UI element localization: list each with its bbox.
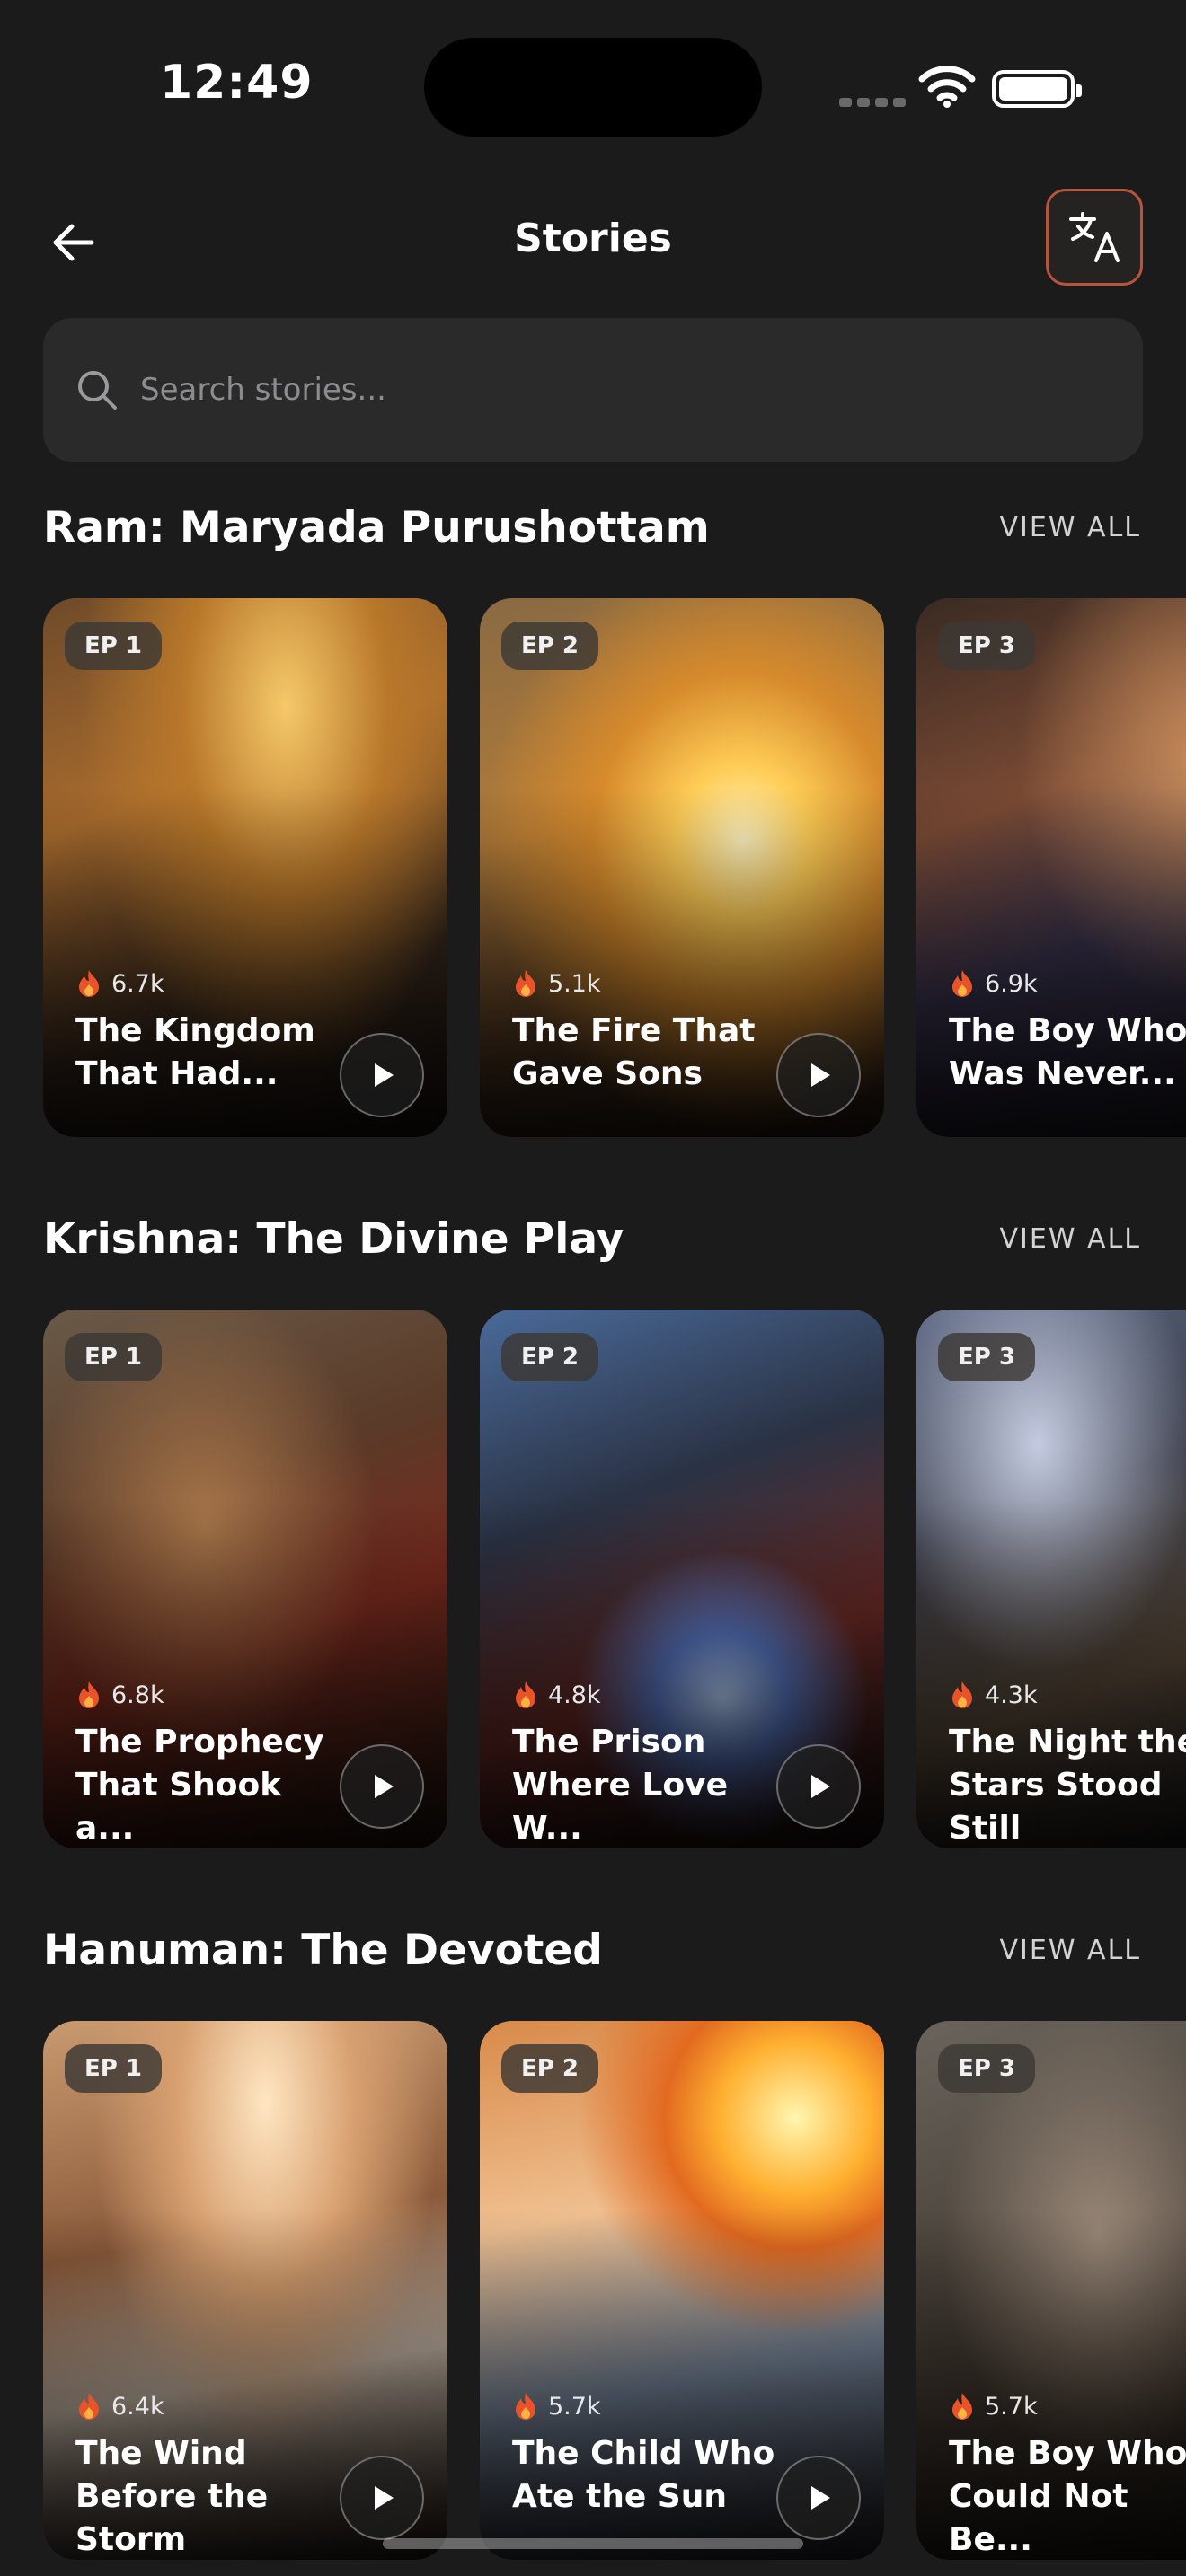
- story-title: The Boy Who Was Never...: [949, 1012, 1186, 1092]
- search-input[interactable]: [140, 354, 1111, 426]
- stories-screen: 12:49 Stories Search stories... Ram: Mar…: [0, 0, 1186, 2576]
- flame-icon: [952, 2393, 972, 2420]
- view-count-value: 4.3k: [985, 1681, 1038, 1709]
- story-title: The Prophecy That Shook a...: [75, 1724, 324, 1847]
- story-title: The Fire That Gave Sons: [512, 1012, 756, 1092]
- battery-icon: [992, 70, 1082, 108]
- view-count-value: 6.8k: [111, 1681, 164, 1709]
- section-title: Hanuman: The Devoted: [43, 1926, 603, 1975]
- story-title: The Child Who Ate the Sun: [512, 2435, 775, 2515]
- view-all-link[interactable]: VIEW ALL: [1000, 1935, 1141, 1966]
- wifi-icon: [918, 66, 976, 108]
- view-count-value: 6.7k: [111, 969, 164, 998]
- search-bar[interactable]: [43, 318, 1143, 462]
- view-count-value: 4.8k: [548, 1681, 601, 1709]
- page-title: Stories: [514, 216, 672, 261]
- story-carousel[interactable]: EP 1 6.7k The Kingdom That Had... EP 2 5…: [43, 598, 1186, 1137]
- episode-badge: EP 1: [65, 2044, 162, 2093]
- play-icon: [811, 1775, 830, 1798]
- header: Stories: [0, 180, 1186, 305]
- search-icon: [78, 371, 117, 410]
- view-count: 6.9k: [949, 968, 1038, 999]
- story-carousel[interactable]: EP 1 6.8k The Prophecy That Shook a... E…: [43, 1310, 1186, 1848]
- view-count: 5.7k: [949, 2391, 1038, 2422]
- episode-badge: EP 2: [501, 622, 598, 670]
- translate-icon: [1069, 212, 1120, 262]
- episode-badge: EP 3: [938, 1333, 1035, 1381]
- episode-badge: EP 1: [65, 622, 162, 670]
- story-title: The Kingdom That Had...: [75, 1012, 315, 1092]
- play-button[interactable]: [340, 2456, 424, 2540]
- play-button[interactable]: [776, 1744, 861, 1829]
- view-count: 6.4k: [75, 2391, 164, 2422]
- episode-badge: EP 2: [501, 2044, 598, 2093]
- view-count-value: 5.7k: [985, 2392, 1038, 2421]
- play-button[interactable]: [776, 1033, 861, 1117]
- story-title: The Night the Stars Stood Still: [949, 1724, 1186, 1847]
- story-card[interactable]: EP 3 5.7k The Boy Who Could Not Be...: [916, 2021, 1186, 2560]
- play-button[interactable]: [340, 1033, 424, 1117]
- episode-badge: EP 1: [65, 1333, 162, 1381]
- story-title: The Prison Where Love W...: [512, 1724, 729, 1847]
- story-title: The Wind Before the Storm: [75, 2435, 269, 2558]
- dynamic-island: [424, 38, 762, 137]
- view-count-value: 6.9k: [985, 969, 1038, 998]
- cellular-signal-icon: [839, 93, 911, 110]
- view-count: 5.1k: [512, 968, 601, 999]
- view-count-value: 5.7k: [548, 2392, 601, 2421]
- flame-icon: [79, 2393, 99, 2420]
- play-icon: [375, 1775, 394, 1798]
- view-all-link[interactable]: VIEW ALL: [1000, 512, 1141, 543]
- play-icon: [375, 1063, 394, 1087]
- flame-icon: [79, 970, 99, 997]
- view-count: 6.8k: [75, 1680, 164, 1710]
- flame-icon: [516, 1681, 535, 1708]
- translate-button[interactable]: [1046, 189, 1143, 286]
- section-title: Ram: Maryada Purushottam: [43, 503, 710, 552]
- status-time: 12:49: [160, 56, 314, 110]
- view-count: 6.7k: [75, 968, 164, 999]
- story-card[interactable]: EP 1 6.7k The Kingdom That Had...: [43, 598, 447, 1137]
- flame-icon: [79, 1681, 99, 1708]
- episode-badge: EP 2: [501, 1333, 598, 1381]
- section-title: Krishna: The Divine Play: [43, 1214, 624, 1264]
- story-card[interactable]: EP 1 6.8k The Prophecy That Shook a...: [43, 1310, 447, 1848]
- view-count-value: 5.1k: [548, 969, 601, 998]
- episode-badge: EP 3: [938, 622, 1035, 670]
- view-count: 4.8k: [512, 1680, 601, 1710]
- story-card[interactable]: EP 1 6.4k The Wind Before the Storm: [43, 2021, 447, 2560]
- flame-icon: [516, 2393, 535, 2420]
- flame-icon: [952, 970, 972, 997]
- view-count-value: 6.4k: [111, 2392, 164, 2421]
- flame-icon: [516, 970, 535, 997]
- view-all-link[interactable]: VIEW ALL: [1000, 1223, 1141, 1255]
- story-card[interactable]: EP 3 4.3k The Night the Stars Stood Stil…: [916, 1310, 1186, 1848]
- play-icon: [811, 2486, 830, 2510]
- flame-icon: [952, 1681, 972, 1708]
- story-card[interactable]: EP 2 5.7k The Child Who Ate the Sun: [480, 2021, 884, 2560]
- story-carousel[interactable]: EP 1 6.4k The Wind Before the Storm EP 2…: [43, 2021, 1186, 2560]
- play-button[interactable]: [776, 2456, 861, 2540]
- play-button[interactable]: [340, 1744, 424, 1829]
- story-card[interactable]: EP 2 5.1k The Fire That Gave Sons: [480, 598, 884, 1137]
- story-card[interactable]: EP 2 4.8k The Prison Where Love W...: [480, 1310, 884, 1848]
- status-bar: 12:49: [0, 0, 1186, 171]
- home-indicator[interactable]: [383, 2538, 803, 2549]
- story-card[interactable]: EP 3 6.9k The Boy Who Was Never...: [916, 598, 1186, 1137]
- play-icon: [375, 2486, 394, 2510]
- story-title: The Boy Who Could Not Be...: [949, 2435, 1186, 2558]
- episode-badge: EP 3: [938, 2044, 1035, 2093]
- view-count: 4.3k: [949, 1680, 1038, 1710]
- play-icon: [811, 1063, 830, 1087]
- view-count: 5.7k: [512, 2391, 601, 2422]
